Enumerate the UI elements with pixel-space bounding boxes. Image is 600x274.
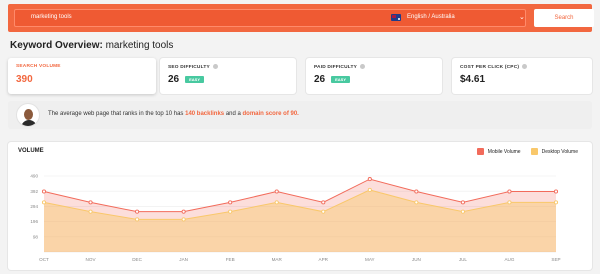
desktop-volume-point bbox=[460, 209, 465, 214]
search-button[interactable]: Search bbox=[534, 9, 594, 27]
difficulty-badge: EASY bbox=[185, 75, 205, 83]
mobile-volume-point bbox=[321, 200, 326, 205]
y-tick-label: 196 bbox=[30, 219, 38, 224]
page-title-keyword: marketing tools bbox=[105, 40, 174, 51]
x-tick-label: SEP bbox=[551, 257, 560, 262]
y-tick-label: 294 bbox=[30, 204, 38, 209]
y-tick-label: 392 bbox=[30, 189, 38, 194]
desktop-volume-point bbox=[181, 217, 186, 222]
desktop-volume-point bbox=[274, 200, 279, 205]
mobile-volume-point bbox=[274, 189, 279, 194]
seo-difficulty-label: SEO DIFFICULTY bbox=[168, 64, 218, 70]
x-tick-label: DEC bbox=[132, 257, 142, 262]
page-title-prefix: Keyword Overview: bbox=[10, 40, 103, 51]
x-tick-label: OCT bbox=[39, 257, 49, 262]
seo-difficulty-value: 26 EASY bbox=[168, 74, 205, 85]
x-tick-label: JAN bbox=[179, 257, 188, 262]
cpc-card[interactable]: COST PER CLICK (CPC) $4.61 bbox=[452, 58, 592, 94]
search-volume-value: 390 bbox=[16, 74, 33, 85]
search-input[interactable]: marketing tools English / Australia ⌄ bbox=[14, 9, 526, 27]
x-tick-label: APR bbox=[319, 257, 329, 262]
locale-select[interactable]: English / Australia bbox=[407, 14, 455, 20]
cpc-value: $4.61 bbox=[460, 74, 486, 85]
mobile-volume-point bbox=[41, 189, 47, 194]
search-query[interactable]: marketing tools bbox=[31, 14, 72, 20]
volume-chart: VOLUME Mobile Volume Desktop Volume 490 3… bbox=[8, 142, 592, 270]
insight-text: The average web page that ranks in the t… bbox=[48, 111, 299, 117]
mobile-volume-point bbox=[88, 200, 93, 205]
desktop-volume-point bbox=[41, 200, 47, 205]
desktop-volume-point bbox=[228, 209, 233, 214]
backlinks-insight: The average web page that ranks in the t… bbox=[8, 101, 592, 129]
mobile-volume-point bbox=[414, 189, 419, 194]
x-tick-label: NOV bbox=[86, 257, 97, 262]
seo-difficulty-card[interactable]: SEO DIFFICULTY 26 EASY bbox=[160, 58, 296, 94]
mobile-volume-point bbox=[228, 200, 233, 205]
desktop-volume-point bbox=[414, 200, 419, 205]
mobile-volume-point bbox=[181, 209, 186, 214]
x-tick-label: JUL bbox=[459, 257, 468, 262]
mobile-volume-point bbox=[135, 209, 140, 214]
x-tick-label: FEB bbox=[226, 257, 235, 262]
desktop-volume-point bbox=[321, 209, 326, 214]
backlinks-highlight: 140 backlinks bbox=[185, 111, 225, 117]
search-volume-label: SEARCH VOLUME bbox=[16, 64, 61, 69]
y-tick-label: 490 bbox=[30, 174, 38, 179]
search-bar: marketing tools English / Australia ⌄ Se… bbox=[8, 4, 594, 32]
mobile-volume-point bbox=[507, 189, 512, 194]
mobile-volume-point bbox=[553, 189, 559, 194]
chevron-down-icon[interactable]: ⌄ bbox=[519, 13, 525, 21]
desktop-volume-point bbox=[367, 187, 372, 193]
mobile-volume-point bbox=[367, 177, 372, 182]
australia-flag-icon bbox=[391, 14, 401, 21]
page-title: Keyword Overview: marketing tools bbox=[10, 40, 173, 51]
difficulty-badge: EASY bbox=[331, 75, 351, 83]
chart-plot: 490 392 294 196 98 OCT NOV DEC JAN FEB MAR APR MAY JU… bbox=[30, 174, 560, 262]
desktop-volume-point bbox=[553, 200, 559, 205]
desktop-volume-point bbox=[507, 200, 512, 205]
x-tick-label: JUN bbox=[412, 257, 421, 262]
info-icon[interactable] bbox=[360, 64, 366, 69]
paid-difficulty-card[interactable]: PAID DIFFICULTY 26 EASY bbox=[306, 58, 442, 94]
info-icon[interactable] bbox=[522, 64, 528, 69]
paid-difficulty-label: PAID DIFFICULTY bbox=[314, 64, 366, 70]
desktop-volume-point bbox=[135, 217, 140, 222]
search-volume-card[interactable]: SEARCH VOLUME 390 bbox=[8, 58, 156, 94]
mobile-volume-point bbox=[460, 200, 465, 205]
paid-difficulty-value: 26 EASY bbox=[314, 74, 351, 85]
avatar bbox=[16, 103, 40, 127]
y-tick-label: 98 bbox=[33, 234, 39, 239]
domain-score-highlight: domain score of 90. bbox=[242, 111, 299, 117]
desktop-volume-point bbox=[88, 209, 93, 214]
x-tick-label: MAY bbox=[365, 257, 375, 262]
cpc-label: COST PER CLICK (CPC) bbox=[460, 64, 528, 70]
x-tick-label: AUG bbox=[504, 257, 514, 262]
x-tick-label: MAR bbox=[272, 257, 283, 262]
info-icon[interactable] bbox=[212, 64, 218, 69]
